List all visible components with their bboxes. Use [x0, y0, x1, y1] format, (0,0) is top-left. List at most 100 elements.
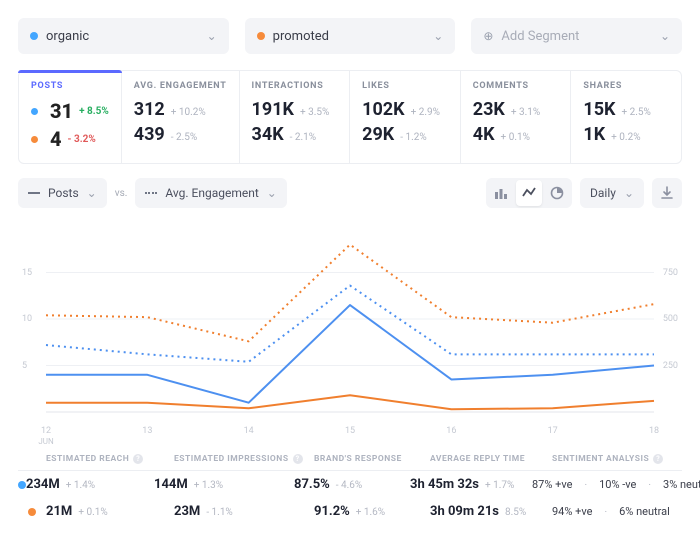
- kpi-delta: - 2.5%: [171, 132, 197, 143]
- plus-icon: ⊕: [483, 29, 493, 43]
- metric-a-dropdown[interactable]: Posts ⌄: [18, 178, 107, 208]
- impr-delta: + 1.3%: [194, 480, 223, 491]
- download-icon[interactable]: [652, 178, 682, 208]
- chevron-down-icon: ⌄: [267, 186, 277, 200]
- table-row: 21M+ 0.1% 23M- 1.1% 91.2%+ 1.6% 3h 09m 2…: [18, 498, 682, 525]
- reply-value: 3h 45m 32s: [410, 477, 479, 492]
- kpi-col-shares[interactable]: SHARES 15K+ 2.5% 1K+ 0.2%: [570, 71, 681, 163]
- chevron-down-icon: ⌄: [624, 186, 634, 200]
- chart-area: 5101525050075012131415161718JUN: [18, 216, 682, 436]
- impr-value: 144M: [154, 477, 188, 492]
- x-tick: 17: [548, 426, 558, 436]
- kpi-delta: + 10.2%: [171, 107, 206, 118]
- add-segment-label: Add Segment: [501, 29, 579, 44]
- help-icon[interactable]: ?: [293, 454, 303, 464]
- kpi-col-likes[interactable]: LIKES 102K+ 2.9% 29K- 1.2%: [349, 71, 460, 163]
- sent-neu: 3% neutral: [663, 478, 700, 491]
- metric-a-label: Posts: [48, 186, 79, 200]
- th-reach: ESTIMATED REACH?: [46, 454, 174, 464]
- x-tick: 14: [244, 426, 254, 436]
- x-tick: 16: [446, 426, 456, 436]
- sent-pos: 94% +ve: [552, 505, 592, 518]
- kpi-header: LIKES: [362, 81, 448, 91]
- chart-type-toggle: [486, 178, 572, 208]
- kpi-header: INTERACTIONS: [252, 81, 338, 91]
- segment-promoted[interactable]: promoted ⌄: [245, 18, 456, 54]
- y-tick-left: 10: [22, 314, 32, 324]
- segment-bar: organic ⌄ promoted ⌄ ⊕ Add Segment ⌄: [18, 18, 682, 54]
- y-tick-left: 15: [22, 268, 32, 278]
- brand-value: 91.2%: [314, 504, 350, 519]
- chevron-down-icon: ⌄: [207, 29, 217, 43]
- kpi-value: 439: [134, 124, 165, 145]
- help-icon[interactable]: ?: [133, 454, 143, 464]
- table-row: 234M + 1.4% 144M + 1.3% 87.5% - 4.6% 3h 45m…: [18, 471, 682, 498]
- kpi-cards: POSTS 31+ 8.5% 4- 3.2% AVG. ENGAGEMENT 3…: [18, 70, 682, 164]
- kpi-col-posts[interactable]: POSTS 31+ 8.5% 4- 3.2%: [19, 71, 121, 163]
- sent-neu: 6% neutral: [619, 505, 670, 518]
- kpi-col-engagement[interactable]: AVG. ENGAGEMENT 312 + 10.2% 439 - 2.5%: [121, 71, 239, 163]
- kpi-value: 23K: [473, 99, 505, 120]
- metric-b-label: Avg. Engagement: [165, 186, 258, 200]
- segment-label: organic: [46, 29, 89, 44]
- granularity-dropdown[interactable]: Daily ⌄: [580, 178, 644, 208]
- kpi-value: 29K: [362, 124, 394, 145]
- line-solid-icon: [28, 192, 40, 194]
- x-tick: 18: [649, 426, 659, 436]
- kpi-value: 191K: [252, 99, 294, 120]
- chart-toolbar: Posts ⌄ vs. Avg. Engagement ⌄ Daily ⌄: [18, 178, 682, 208]
- kpi-delta: + 3.1%: [511, 107, 540, 118]
- chevron-down-icon: ⌄: [433, 29, 443, 43]
- impr-delta: - 1.1%: [206, 507, 232, 518]
- kpi-value: 15K: [583, 99, 615, 120]
- y-tick-right: 250: [663, 361, 678, 371]
- line-chart-icon[interactable]: [516, 180, 542, 206]
- kpi-delta: + 2.9%: [411, 107, 440, 118]
- help-icon[interactable]: ?: [653, 454, 663, 464]
- kpi-value: 31: [50, 99, 73, 123]
- kpi-value: 4: [50, 127, 62, 151]
- dot-icon: [28, 508, 36, 516]
- x-tick: 15: [345, 426, 355, 436]
- dot-icon: [31, 136, 38, 143]
- kpi-col-interactions[interactable]: INTERACTIONS 191K+ 3.5% 34K- 2.1%: [239, 71, 350, 163]
- x-tick: 12: [41, 426, 51, 436]
- kpi-header: AVG. ENGAGEMENT: [134, 81, 227, 91]
- kpi-value: 1K: [583, 124, 605, 145]
- dot-icon: [30, 32, 38, 40]
- pie-chart-icon[interactable]: [544, 180, 570, 206]
- y-tick-right: 750: [663, 268, 678, 278]
- dot-icon: [257, 32, 265, 40]
- add-segment-button[interactable]: ⊕ Add Segment ⌄: [471, 18, 682, 54]
- brand-delta: + 1.6%: [356, 507, 385, 518]
- sent-pos: 87% +ve: [532, 478, 572, 491]
- reply-delta: + 1.7%: [485, 480, 514, 491]
- kpi-header: COMMENTS: [473, 81, 559, 91]
- reach-value: 234M: [26, 477, 60, 492]
- reach-delta: + 1.4%: [66, 480, 95, 491]
- kpi-delta: + 2.5%: [621, 107, 650, 118]
- kpi-value: 102K: [362, 99, 404, 120]
- bottom-table: ESTIMATED REACH? ESTIMATED IMPRESSIONS? …: [18, 454, 682, 525]
- brand-delta: - 4.6%: [336, 480, 362, 491]
- metric-b-dropdown[interactable]: Avg. Engagement ⌄: [135, 178, 286, 208]
- kpi-value: 34K: [252, 124, 284, 145]
- kpi-delta: + 3.5%: [300, 107, 329, 118]
- kpi-delta: - 3.2%: [68, 134, 96, 145]
- vs-label: vs.: [115, 188, 128, 199]
- th-avg-reply: AVERAGE REPLY TIME: [430, 454, 552, 464]
- x-month-label: JUN: [38, 437, 53, 446]
- brand-value: 87.5%: [294, 477, 330, 492]
- chevron-down-icon: ⌄: [660, 29, 670, 43]
- granularity-label: Daily: [590, 186, 616, 200]
- kpi-value: 312: [134, 99, 165, 120]
- segment-organic[interactable]: organic ⌄: [18, 18, 229, 54]
- bar-chart-icon[interactable]: [488, 180, 514, 206]
- kpi-delta: + 0.2%: [611, 132, 640, 143]
- kpi-delta: + 0.1%: [501, 132, 530, 143]
- th-brand-response: BRAND'S RESPONSE: [314, 454, 430, 464]
- segment-label: promoted: [273, 29, 329, 44]
- chevron-down-icon: ⌄: [87, 186, 97, 200]
- x-tick: 13: [142, 426, 152, 436]
- kpi-col-comments[interactable]: COMMENTS 23K+ 3.1% 4K+ 0.1%: [460, 71, 571, 163]
